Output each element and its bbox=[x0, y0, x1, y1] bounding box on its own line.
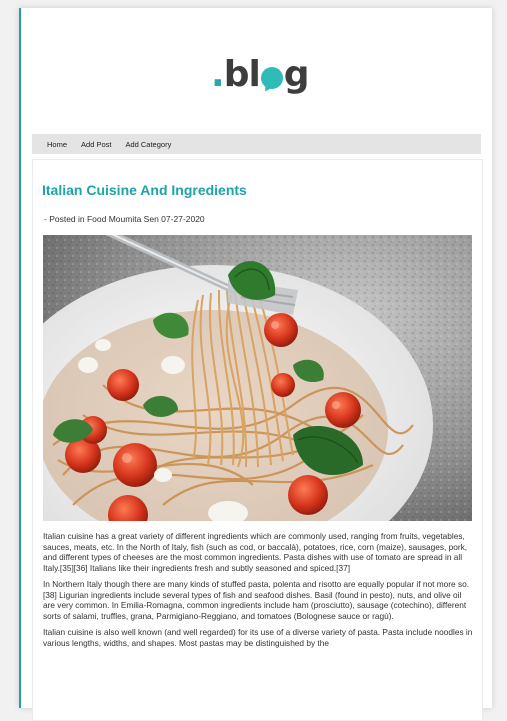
post-paragraph: In Northern Italy though there are many … bbox=[43, 579, 470, 621]
blog-logo[interactable]: .bl g bbox=[211, 54, 310, 95]
logo-bubble-icon bbox=[260, 67, 283, 89]
post-hero-image bbox=[43, 235, 472, 521]
post-meta: - Posted in Food Moumita Sen 07-27-2020 bbox=[44, 214, 205, 224]
post-paragraph: Italian cuisine has a great variety of d… bbox=[43, 531, 468, 573]
post-body: Italian cuisine has a great variety of d… bbox=[43, 531, 473, 654]
nav-add-post[interactable]: Add Post bbox=[81, 140, 111, 149]
logo-dot: . bbox=[211, 54, 225, 95]
post-paragraph: Italian cuisine is also well known (and … bbox=[43, 627, 473, 648]
nav-home[interactable]: Home bbox=[47, 140, 67, 149]
logo-wordmark: bl g bbox=[223, 54, 310, 95]
nav-add-category[interactable]: Add Category bbox=[125, 140, 171, 149]
post-title[interactable]: Italian Cuisine And Ingredients bbox=[42, 182, 247, 198]
main-nav: Home Add Post Add Category bbox=[32, 134, 481, 154]
page-container: .bl g Home Add Post Add Category Italian … bbox=[19, 8, 492, 721]
post-article: Italian Cuisine And Ingredients - Posted… bbox=[32, 159, 483, 721]
